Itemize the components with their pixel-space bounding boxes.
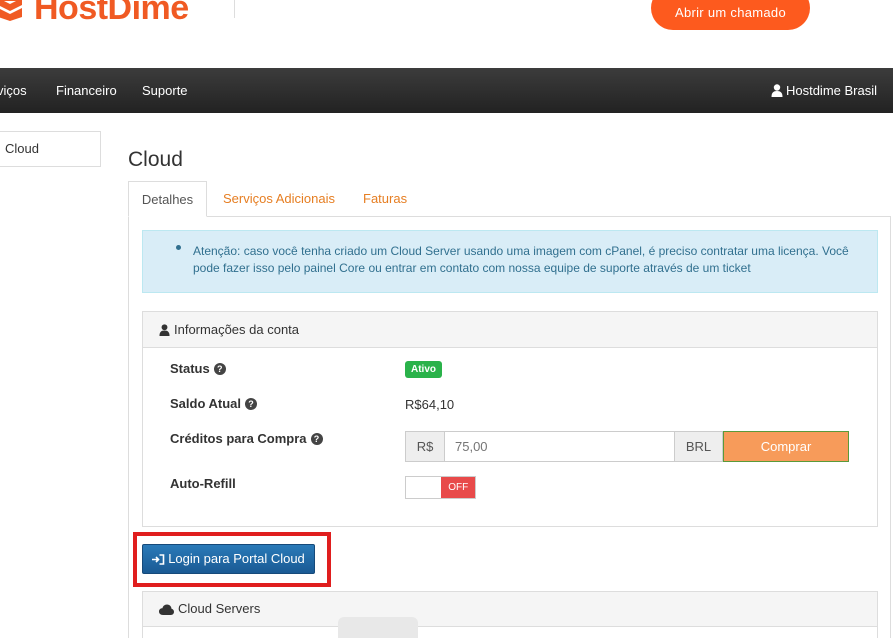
account-info-title: Informações da conta [174,321,300,337]
cloud-servers-panel: Cloud Servers [142,591,878,638]
alert-text: Atenção: caso você tenha criado um Cloud… [193,244,849,275]
nav-item-servicos[interactable]: viços [0,68,27,113]
tab-servicos-adicionais[interactable]: Serviços Adicionais [223,181,335,217]
cloud-icon [159,604,174,615]
cloud-servers-header: Cloud Servers [143,592,877,627]
tab-faturas[interactable]: Faturas [363,181,407,217]
help-icon[interactable]: ? [213,362,226,375]
credit-input-group: R$ BRL Comprar [405,431,849,462]
credit-amount-input[interactable] [445,431,675,462]
open-ticket-button[interactable]: Abrir um chamado [651,0,810,30]
account-info-panel: Informações da conta [142,311,878,527]
navbar: viços Financeiro Suporte Hostdime Brasil [0,68,893,113]
help-icon[interactable]: ? [310,432,323,445]
nav-user-name: Hostdime Brasil [785,83,877,98]
saldo-label-text: Saldo Atual [170,396,242,411]
saldo-value: R$64,10 [405,397,455,412]
help-icon[interactable]: ? [245,397,258,410]
nav-item-financeiro[interactable]: Financeiro [56,68,117,113]
open-ticket-label: Abrir um chamado [674,5,786,20]
toggle-knob [406,477,442,498]
page-title: Cloud [128,148,183,171]
account-info-header: Informações da conta [143,312,877,348]
status-label: Status ? [170,361,226,376]
sign-in-icon [152,553,165,565]
saldo-label: Saldo Atual ? [170,396,258,411]
login-portal-cloud-button[interactable]: Login para Portal Cloud [142,544,315,574]
logo-divider [234,0,235,18]
toggle-state: OFF [441,477,475,498]
logo[interactable]: HostDime [0,0,189,28]
cloud-servers-title: Cloud Servers [178,601,261,616]
tab-detalhes[interactable]: Detalhes [128,181,207,217]
user-icon [771,84,783,97]
status-badge: Ativo [405,361,442,378]
nav-item-suporte[interactable]: Suporte [142,68,188,113]
user-icon [159,323,170,336]
scroll-thumb[interactable] [338,617,418,638]
autorefill-label: Auto-Refill [170,476,236,491]
creditos-label-text: Créditos para Compra [170,431,307,446]
logo-text: HostDime [34,0,189,27]
nav-user-menu[interactable]: Hostdime Brasil [771,68,877,113]
page: HostDime Abrir um chamado viços Financei… [0,0,893,638]
status-label-text: Status [170,361,210,376]
alert-bullet [176,245,181,250]
currency-suffix: BRL [675,431,723,462]
autorefill-toggle[interactable]: OFF [405,476,476,499]
currency-prefix: R$ [405,431,445,462]
login-button-label: Login para Portal Cloud [168,551,305,566]
creditos-label: Créditos para Compra ? [170,431,323,446]
sidebar-item-cloud[interactable]: Cloud [0,131,101,167]
logo-mark-icon [0,0,22,21]
buy-button[interactable]: Comprar [723,431,849,462]
cpanel-license-alert: Atenção: caso você tenha criado um Cloud… [142,230,878,293]
